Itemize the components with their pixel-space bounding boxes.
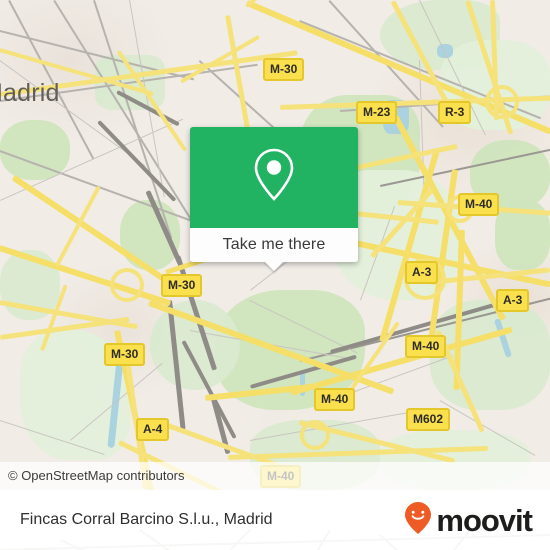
poi-card-header <box>190 127 358 228</box>
road-shield: M-40 <box>314 388 356 411</box>
poi-title: Fincas Corral Barcino S.l.u., Madrid <box>20 511 273 528</box>
osm-attribution[interactable]: © OpenStreetMap contributors <box>8 468 185 483</box>
road-shield: M-30 <box>104 343 146 366</box>
footer-bar: Fincas Corral Barcino S.l.u., Madrid moo… <box>0 490 550 550</box>
poi-card-footer[interactable]: Take me there <box>190 228 358 271</box>
card-pointer-triangle <box>264 261 284 271</box>
road-shield: A-3 <box>405 261 439 284</box>
road-shield: M-40 <box>405 335 447 358</box>
road-shield: M-23 <box>356 101 398 124</box>
road-shield: M602 <box>406 408 451 431</box>
footer-content: Fincas Corral Barcino S.l.u., Madrid moo… <box>0 490 550 550</box>
road-shield: M-30 <box>263 58 305 81</box>
map-pin-icon <box>252 147 296 208</box>
road-shield: A-4 <box>136 418 170 441</box>
road-shield: A-3 <box>496 289 530 312</box>
take-me-there-button[interactable]: Take me there <box>223 236 326 254</box>
moovit-wordmark: moovit <box>436 502 533 538</box>
road-shield: M-40 <box>458 193 500 216</box>
road-shield: M-30 <box>161 274 203 297</box>
screenshot-root: Madrid M-30M-23R-3M-40A-3A-3M-30M-30M-40… <box>0 0 550 550</box>
road-shield: R-3 <box>438 101 472 124</box>
map-canvas[interactable]: Madrid M-30M-23R-3M-40A-3A-3M-30M-30M-40… <box>0 0 550 490</box>
moovit-logo[interactable]: moovit <box>403 501 533 540</box>
moovit-pin-smiley-icon <box>403 501 433 540</box>
poi-popup-card[interactable]: Take me there <box>190 127 358 271</box>
